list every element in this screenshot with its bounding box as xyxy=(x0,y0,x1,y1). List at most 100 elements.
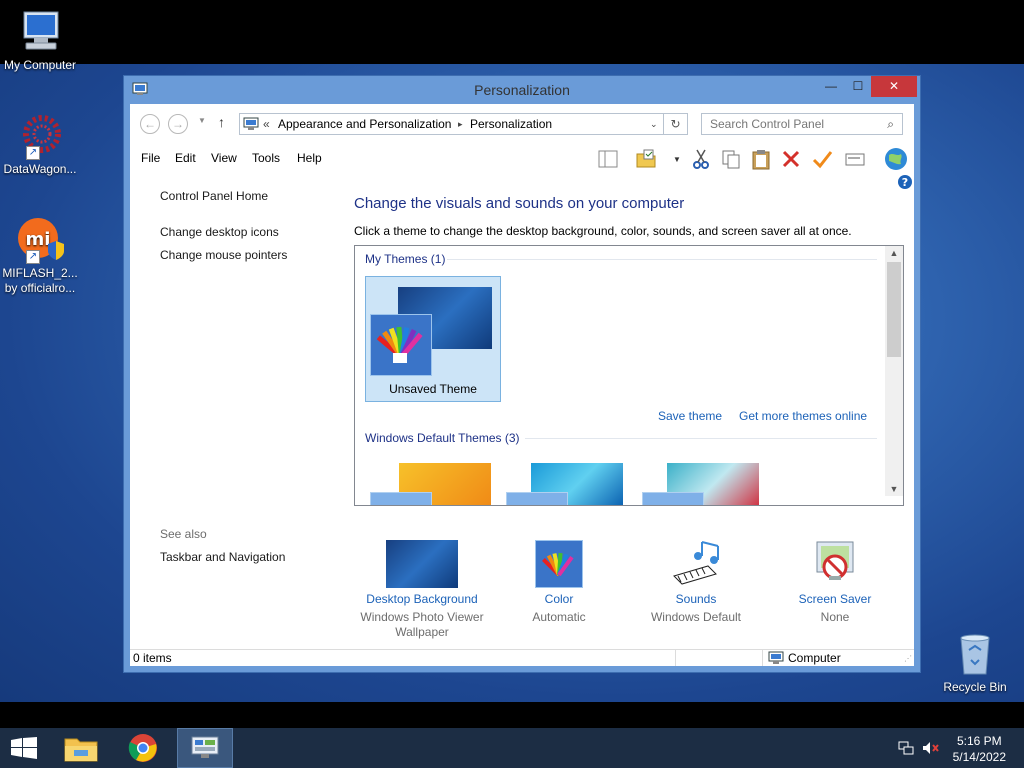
volume-muted-icon[interactable] xyxy=(922,741,940,755)
folder-icon xyxy=(64,738,98,762)
screen-top-band xyxy=(0,0,1024,64)
desktop-icon-datawagon[interactable]: ↗ DataWagon... xyxy=(0,112,80,177)
shortcut-arrow-icon: ↗ xyxy=(26,146,40,160)
taskbar-control-panel[interactable] xyxy=(177,728,233,768)
change-desktop-icons-link[interactable]: Change desktop icons xyxy=(160,225,279,239)
taskbar-navigation-link[interactable]: Taskbar and Navigation xyxy=(160,550,285,564)
get-more-themes-link[interactable]: Get more themes online xyxy=(739,409,867,423)
screen-saver-label[interactable]: Screen Saver xyxy=(765,592,905,606)
close-button[interactable]: ✕ xyxy=(871,76,917,97)
checkmark-icon[interactable] xyxy=(811,148,833,170)
address-overflow-chevron[interactable]: « xyxy=(263,117,270,131)
default-theme-color-2 xyxy=(506,492,568,505)
breadcrumb-separator-icon[interactable]: ▸ xyxy=(458,119,463,130)
svg-text:mi: mi xyxy=(26,229,51,250)
status-separator xyxy=(675,650,676,666)
clock-date: 5/14/2022 xyxy=(952,750,1006,764)
control-panel-icon xyxy=(243,117,259,130)
resize-grip-icon[interactable]: ⋰ xyxy=(904,654,912,663)
chrome-icon xyxy=(128,734,157,762)
menu-help[interactable]: Help xyxy=(297,151,322,165)
breadcrumb-appearance[interactable]: Appearance and Personalization xyxy=(278,117,451,131)
cut-icon[interactable] xyxy=(690,148,712,170)
taskbar-chrome[interactable] xyxy=(116,728,172,768)
delete-icon[interactable] xyxy=(780,148,802,170)
folder-options-dropdown-icon[interactable]: ▼ xyxy=(673,155,681,164)
taskbar-file-explorer[interactable] xyxy=(54,728,110,768)
window-title: Personalization xyxy=(474,82,570,98)
help-icon[interactable]: ? xyxy=(897,174,913,190)
system-clock[interactable]: 5:16 PM 5/14/2022 xyxy=(953,733,1006,765)
layout-pane-icon[interactable] xyxy=(597,148,619,170)
minimize-button[interactable]: — xyxy=(818,76,844,97)
color-icon xyxy=(523,540,595,588)
themes-list[interactable]: My Themes (1) Unsaved Theme Save theme G… xyxy=(354,245,904,506)
clock-time: 5:16 PM xyxy=(956,734,1002,748)
desktop-icon-miflash[interactable]: mi ↗ MIFLASH_2... by officialro... xyxy=(0,216,80,296)
copy-icon[interactable] xyxy=(720,148,742,170)
computer-icon xyxy=(768,651,784,664)
unsaved-theme-tile[interactable]: Unsaved Theme xyxy=(365,276,501,402)
sounds-icon xyxy=(660,540,732,588)
search-placeholder: Search Control Panel xyxy=(710,117,825,131)
page-title: Change the visuals and sounds on your co… xyxy=(354,195,685,212)
windows-logo-icon xyxy=(11,737,37,759)
color-setting[interactable]: Color Automatic xyxy=(489,540,629,625)
unsaved-theme-label: Unsaved Theme xyxy=(389,382,477,396)
sounds-label[interactable]: Sounds xyxy=(626,592,766,606)
title-bar[interactable]: Personalization — ☐ ✕ xyxy=(124,76,920,104)
theme-color-thumbnail xyxy=(370,314,432,376)
scroll-down-icon[interactable]: ▼ xyxy=(885,484,903,494)
folder-properties-icon[interactable] xyxy=(635,148,657,170)
scroll-up-icon[interactable]: ▲ xyxy=(885,248,903,258)
control-panel-home-link[interactable]: Control Panel Home xyxy=(160,189,268,203)
color-label[interactable]: Color xyxy=(489,592,629,606)
back-button[interactable]: ← xyxy=(140,114,160,134)
address-dropdown-icon[interactable]: ⌄ xyxy=(650,119,658,130)
search-input[interactable]: Search Control Panel ⌕ xyxy=(701,113,903,135)
default-theme-color-3 xyxy=(642,492,704,505)
default-themes-header: Windows Default Themes (3) xyxy=(365,431,520,445)
recent-pages-dropdown-icon[interactable]: ▼ xyxy=(198,116,206,125)
screen-saver-value: None xyxy=(820,610,850,624)
personalization-window: Personalization — ☐ ✕ ← → ▼ ↑ « Appearan… xyxy=(123,75,921,673)
screen-bottom-band xyxy=(0,702,1024,728)
desktop-icon-label: My Computer xyxy=(3,58,77,72)
desktop-icon-recycle-bin[interactable]: Recycle Bin xyxy=(935,630,1015,695)
my-themes-header: My Themes (1) xyxy=(365,252,446,266)
desktop-icon-my-computer[interactable]: My Computer xyxy=(0,8,80,73)
shortcut-arrow-icon: ↗ xyxy=(26,250,40,264)
menu-tools[interactable]: Tools xyxy=(252,151,280,165)
address-bar[interactable]: « Appearance and Personalization ▸ Perso… xyxy=(239,113,664,135)
network-icon[interactable] xyxy=(898,741,914,755)
maximize-button[interactable]: ☐ xyxy=(845,76,871,97)
refresh-button[interactable]: ↻ xyxy=(664,113,688,135)
breadcrumb-personalization[interactable]: Personalization xyxy=(470,117,552,131)
desktop-background-setting[interactable]: Desktop Background Windows Photo Viewer … xyxy=(352,540,492,640)
menu-edit[interactable]: Edit xyxy=(175,151,196,165)
forward-button[interactable]: → xyxy=(168,114,188,134)
menu-view[interactable]: View xyxy=(211,151,237,165)
menu-file[interactable]: File xyxy=(141,151,160,165)
screen-saver-setting[interactable]: Screen Saver None xyxy=(765,540,905,625)
scrollbar-thumb[interactable] xyxy=(887,262,901,357)
status-separator xyxy=(762,650,763,666)
desktop-background-label[interactable]: Desktop Background xyxy=(352,592,492,606)
globe-icon[interactable] xyxy=(883,146,909,172)
sounds-value: Windows Default xyxy=(650,610,742,624)
properties-icon[interactable] xyxy=(844,148,866,170)
up-button[interactable]: ↑ xyxy=(218,114,225,130)
paste-icon[interactable] xyxy=(750,148,772,170)
status-bar: 0 items Computer ⋰ xyxy=(130,649,914,666)
left-task-pane: Control Panel Home Change desktop icons … xyxy=(130,170,344,650)
desktop-icon-label: DataWagon... xyxy=(3,162,77,176)
change-mouse-pointers-link[interactable]: Change mouse pointers xyxy=(160,248,287,262)
desktop-icon-label: MIFLASH_2... xyxy=(2,266,78,280)
sounds-setting[interactable]: Sounds Windows Default xyxy=(626,540,766,625)
color-value: Automatic xyxy=(532,610,586,624)
control-panel-icon xyxy=(191,736,219,758)
start-button[interactable] xyxy=(0,728,48,768)
save-theme-link[interactable]: Save theme xyxy=(658,409,722,423)
themes-scrollbar[interactable]: ▲ ▼ xyxy=(885,246,903,496)
menu-bar: File Edit View Tools Help ▼ ? xyxy=(130,144,914,189)
